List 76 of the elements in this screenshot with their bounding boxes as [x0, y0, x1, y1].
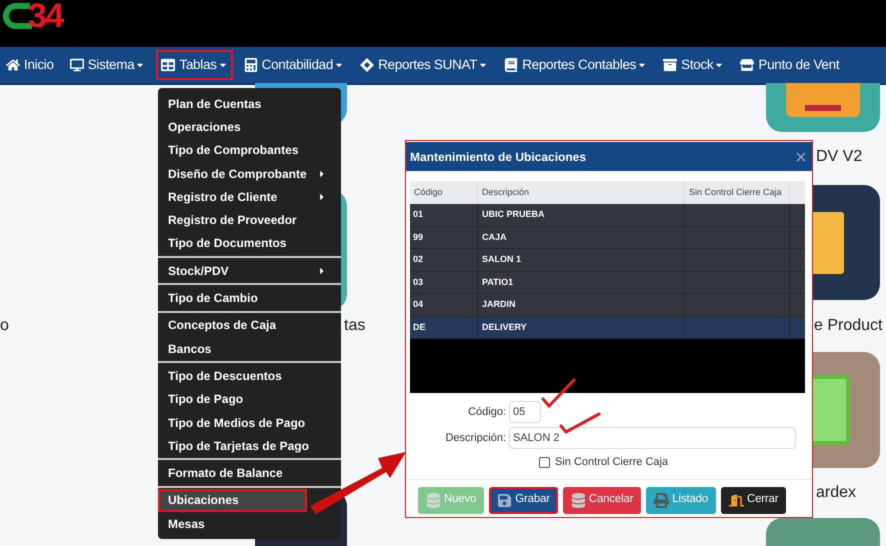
menu-item[interactable]: Formato de Balance [158, 461, 341, 485]
table-row[interactable]: 99 CAJA [410, 226, 805, 249]
calculator-icon [244, 58, 258, 72]
nav-item[interactable]: Reportes Contables [499, 50, 652, 80]
dialog-title: Mantenimiento de Ubicaciones [410, 148, 586, 166]
field-label: Código: [467, 404, 506, 420]
book-icon [504, 58, 518, 72]
menu-item[interactable]: Bancos [158, 336, 341, 360]
menu-item[interactable]: Registro de Cliente [158, 185, 341, 208]
nav-item[interactable]: Tablas [156, 50, 233, 80]
menu-item[interactable]: Tipo de Comprobantes [158, 138, 341, 162]
menu-item[interactable]: Registro de Proveedor [158, 208, 341, 232]
table-cell: SALON 1 [478, 249, 685, 270]
table-cell: DELIVERY [478, 316, 685, 338]
table-cell: DE [410, 316, 478, 338]
printer-icon [654, 492, 670, 508]
menu-item[interactable]: Ubicaciones [158, 488, 307, 512]
action-button[interactable]: Cerrar [720, 486, 786, 514]
tile-label: tas [344, 316, 366, 336]
table-icon [161, 58, 176, 72]
table-row[interactable]: 03 PATIO1 [410, 272, 805, 294]
nav-item[interactable]: Punto de Vent [735, 50, 844, 80]
menu-item[interactable]: Conceptos de Caja [158, 314, 341, 337]
tile-label: e Product [814, 316, 882, 336]
menu-item[interactable]: Diseño de Comprobante [158, 162, 341, 186]
table-cell: 04 [410, 294, 478, 316]
table-cell: JARDIN [478, 294, 685, 316]
table-row[interactable]: DE DELIVERY [410, 316, 805, 339]
table-row[interactable]: 01 UBIC PRUEBA [410, 204, 805, 226]
menu-item[interactable]: Tipo de Documentos [158, 232, 341, 256]
box-icon [663, 58, 678, 72]
action-button[interactable]: Cancelar [562, 486, 642, 514]
table-cell: UBIC PRUEBA [478, 204, 685, 226]
tile-label: o [0, 316, 9, 336]
table-cell: 02 [410, 249, 478, 270]
database-add-icon [426, 492, 441, 508]
logo-text: 34 [28, 0, 62, 33]
table-cell: 03 [410, 272, 478, 293]
text-field[interactable]: SALON 2 [509, 427, 796, 449]
tile-label: DV V2 [816, 147, 862, 167]
close-button[interactable] [794, 152, 808, 162]
tile-label: ardex [816, 483, 856, 503]
nav-item[interactable]: Stock [658, 50, 730, 80]
table-cell: CAJA [478, 226, 685, 248]
nav-item[interactable]: Contabilidad [238, 50, 350, 80]
menu-item[interactable]: Mesas [158, 512, 341, 536]
action-button[interactable]: Grabar [489, 486, 558, 514]
nav-item[interactable]: Reportes SUNAT [355, 50, 494, 80]
door-icon [728, 492, 744, 508]
menu-item[interactable]: Operaciones [158, 115, 341, 139]
close-icon [796, 152, 806, 162]
table-cell: PATIO1 [478, 272, 685, 293]
menu-item[interactable]: Tipo de Descuentos [158, 364, 341, 388]
table-row[interactable]: 04 JARDIN [410, 294, 805, 316]
monitor-icon [70, 58, 84, 72]
database-remove-icon [570, 492, 586, 508]
table-row[interactable]: 02 SALON 1 [410, 249, 805, 272]
menu-item[interactable]: Tipo de Pago [158, 388, 341, 411]
menu-item[interactable]: Tipo de Medios de Pago [158, 410, 341, 434]
nav-item[interactable]: Sistema [64, 50, 150, 80]
table-cell: 01 [410, 204, 478, 226]
home-icon [6, 58, 20, 72]
text-field[interactable]: 05 [509, 401, 541, 423]
menu-item[interactable]: Tipo de Cambio [158, 286, 341, 310]
check-mark [558, 410, 602, 436]
menu-item[interactable]: Stock/PDV [158, 259, 341, 282]
diamond-icon [360, 58, 374, 72]
checkbox[interactable] [539, 456, 550, 468]
store-icon [740, 58, 754, 72]
menu-item[interactable]: Tipo de Tarjetas de Pago [158, 434, 341, 458]
nav-item[interactable]: Inicio [1, 50, 59, 80]
check-mark [540, 377, 576, 409]
table-cell: 99 [410, 226, 478, 248]
field-label: Descripción: [444, 430, 506, 446]
checkbox-label: Sin Control Cierre Caja [555, 455, 668, 470]
menu-item[interactable]: Plan de Cuentas [158, 92, 341, 116]
